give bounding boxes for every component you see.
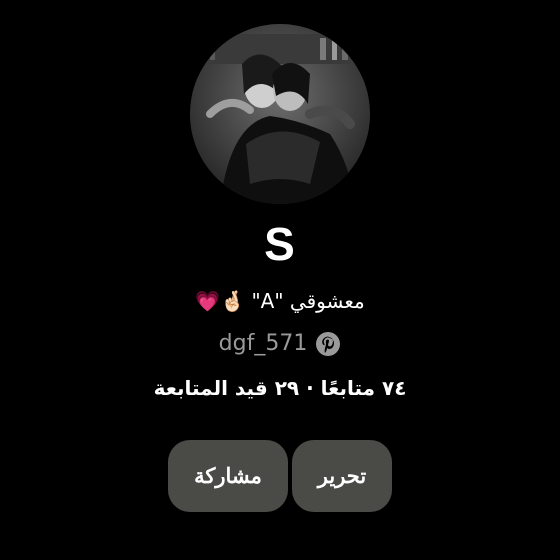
follow-stats[interactable]: ٧٤ متابعًا · ٢٩ قيد المتابعة [0, 372, 560, 404]
username-row: dgf_571 [0, 328, 560, 360]
share-profile-button[interactable]: مشاركة [168, 440, 288, 512]
username: dgf_571 [218, 331, 308, 356]
avatar-photo [190, 24, 370, 204]
profile-avatar[interactable] [190, 24, 370, 204]
profile-name: S [264, 218, 296, 270]
pinterest-icon [315, 331, 341, 357]
profile-bio: معشوقي "A" 🤞🏻💗 [195, 289, 365, 313]
edit-profile-button[interactable]: تحرير [292, 440, 392, 512]
